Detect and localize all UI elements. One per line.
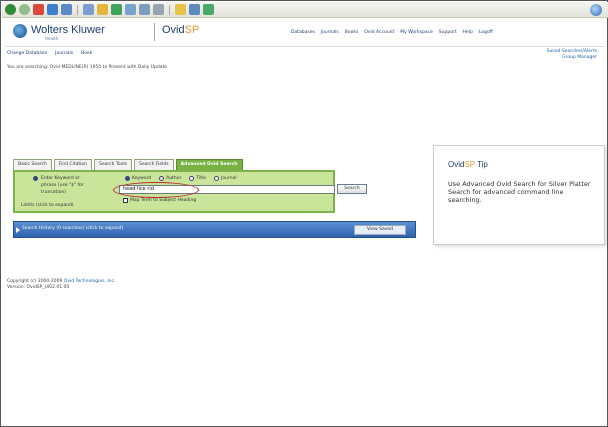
back-icon[interactable] <box>5 4 16 15</box>
keyword-radio[interactable] <box>125 176 130 181</box>
nav-books[interactable]: Books <box>345 30 359 35</box>
toolbar-separator <box>169 4 170 15</box>
tab-find-citation[interactable]: Find Citation <box>53 159 92 170</box>
journal-radio-label: Journal <box>221 176 237 181</box>
option-journal[interactable]: Journal <box>214 176 237 181</box>
nav-help[interactable]: Help <box>463 30 473 35</box>
search-history-label[interactable]: Search History (0 searches) (click to ex… <box>22 226 123 231</box>
nav-ovid-account[interactable]: Ovid Account <box>364 30 394 35</box>
tab-basic-search[interactable]: Basic Search <box>13 159 52 170</box>
messenger-icon[interactable] <box>203 4 214 15</box>
copyright-text: Copyright (c) 2000-2009 <box>7 279 63 284</box>
option-author[interactable]: Author <box>159 176 181 181</box>
product-prefix: Ovid <box>162 24 185 36</box>
refresh-icon[interactable] <box>47 4 58 15</box>
search-icon[interactable] <box>83 4 94 15</box>
product-logo: OvidSP <box>162 24 199 36</box>
mail-icon[interactable] <box>139 4 150 15</box>
site-header: Wolters Kluwer Health OvidSP Databases J… <box>5 21 605 47</box>
change-database-link[interactable]: Change Database <box>7 51 47 56</box>
map-term-label: Map Term to Subject Heading <box>130 198 197 203</box>
ovid-tip-box: OvidSP Tip Use Advanced Ovid Search for … <box>433 145 605 245</box>
ovid-technologies-link[interactable]: Ovid Technologies, Inc. <box>64 279 116 284</box>
search-panel: Enter Keyword or phrase (use "$" for tru… <box>13 170 367 213</box>
group-manager-link[interactable]: Group Manager <box>547 55 597 61</box>
keyword-label-line2: phrase (use "$" for <box>41 183 84 188</box>
keyword-radio-label: Keyword <box>132 176 152 181</box>
brand-name: Wolters Kluwer <box>31 24 105 36</box>
right-links: Saved Searches/Alerts Group Manager <box>547 49 597 61</box>
tip-title-suffix: Tip <box>474 160 488 169</box>
brand-sub: Health <box>45 36 59 41</box>
product-suffix: SP <box>184 24 200 36</box>
stop-icon[interactable] <box>33 4 44 15</box>
tip-title-prefix: Ovid <box>448 160 465 169</box>
map-term-checkbox[interactable] <box>123 198 128 203</box>
title-radio-label: Title <box>196 176 207 181</box>
nav-journals[interactable]: Journals <box>321 30 339 35</box>
search-input[interactable]: head lice rid <box>119 185 335 194</box>
top-nav: Databases Journals Books Ovid Account My… <box>291 30 493 35</box>
map-term-checkbox-row[interactable]: Map Term to Subject Heading <box>123 198 196 203</box>
history-icon[interactable] <box>125 4 136 15</box>
tab-advanced-ovid-search[interactable]: Advanced Ovid Search <box>175 159 243 170</box>
tab-search-tools[interactable]: Search Tools <box>94 159 132 170</box>
logo-divider <box>154 23 155 41</box>
folder-icon[interactable] <box>175 4 186 15</box>
browser-toolbar <box>2 2 608 18</box>
enter-keyword-radio[interactable] <box>33 176 38 181</box>
journal-radio[interactable] <box>214 176 220 181</box>
journals-link[interactable]: Journals <box>55 51 73 56</box>
print-icon[interactable] <box>153 4 164 15</box>
tip-body: Use Advanced Ovid Search for Silver Plat… <box>448 180 591 204</box>
author-radio-label: Author <box>166 176 182 181</box>
wolters-kluwer-logo-icon <box>13 24 27 38</box>
search-tabs: Basic Search Find Citation Search Tools … <box>13 159 243 170</box>
title-radio[interactable] <box>189 176 195 181</box>
sub-nav: Change Database Journals Book <box>7 51 92 56</box>
nav-databases[interactable]: Databases <box>291 30 315 35</box>
home-icon[interactable] <box>61 4 72 15</box>
forward-icon[interactable] <box>19 4 30 15</box>
limits-link[interactable]: Limits (click to expand) <box>21 203 74 208</box>
windows-logo-icon <box>590 4 602 16</box>
option-title[interactable]: Title <box>189 176 206 181</box>
author-radio[interactable] <box>159 176 165 181</box>
keyword-label-line3: truncation) <box>41 190 66 195</box>
page-footer: Copyright (c) 2000-2009 Ovid Technologie… <box>7 279 115 291</box>
toolbar-separator <box>77 4 78 15</box>
research-icon[interactable] <box>189 4 200 15</box>
view-saved-button[interactable]: View Saved <box>354 225 406 235</box>
nav-support[interactable]: Support <box>439 30 457 35</box>
book-link[interactable]: Book <box>81 51 92 56</box>
tip-title-accent: SP <box>464 160 475 169</box>
tip-title: OvidSP Tip <box>448 160 488 169</box>
media-icon[interactable] <box>111 4 122 15</box>
favorites-icon[interactable] <box>97 4 108 15</box>
expand-triangle-icon[interactable] <box>16 227 20 233</box>
search-history-bar[interactable]: Search History (0 searches) (click to ex… <box>13 221 416 238</box>
browser-window: Wolters Kluwer Health OvidSP Databases J… <box>0 0 608 427</box>
tab-search-fields[interactable]: Search Fields <box>133 159 174 170</box>
search-type-options: Keyword Author Title Journal <box>125 176 237 181</box>
option-keyword[interactable]: Keyword <box>125 176 151 181</box>
version-line: Version: OvidSP_UI02.01.00 <box>7 285 70 290</box>
keyword-label-line1: Enter Keyword or <box>41 176 80 181</box>
nav-logoff[interactable]: Logoff <box>479 30 493 35</box>
nav-my-workspace[interactable]: My Workspace <box>400 30 433 35</box>
database-info: You are searching: Ovid MEDLINE(R) 1950 … <box>7 65 168 70</box>
search-button[interactable]: Search <box>337 184 367 194</box>
